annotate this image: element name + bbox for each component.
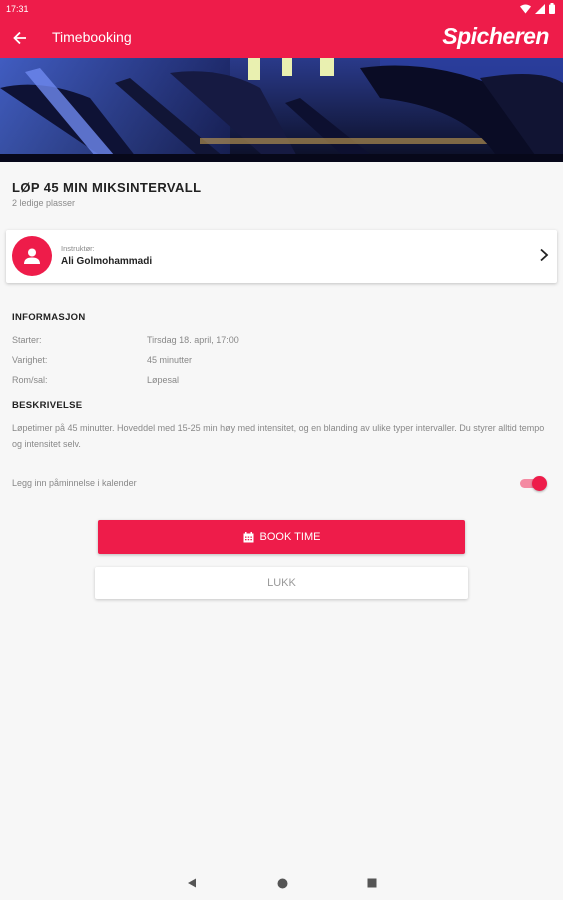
system-nav-bar	[0, 866, 563, 900]
page-title: Timebooking	[52, 29, 132, 45]
battery-icon	[549, 3, 555, 14]
description-text: Løpetimer på 45 minutter. Hoveddel med 1…	[12, 423, 545, 449]
description-heading: BESKRIVELSE	[12, 400, 83, 411]
reminder-toggle[interactable]	[519, 476, 547, 491]
book-button-label: BOOK TIME	[259, 531, 321, 543]
nav-home-button[interactable]	[275, 876, 289, 890]
nav-back-button[interactable]	[185, 876, 199, 890]
toggle-thumb	[532, 476, 547, 491]
instructor-card[interactable]: Instruktør: Ali Golmohammadi	[6, 230, 557, 283]
instructor-name: Ali Golmohammadi	[61, 256, 153, 267]
signal-icon	[535, 3, 545, 14]
status-time: 17:31	[6, 4, 29, 14]
info-room-key: Rom/sal:	[12, 375, 48, 385]
info-duration-key: Varighet:	[12, 355, 48, 365]
info-heading: INFORMASJON	[12, 312, 86, 323]
reminder-label: Legg inn påminnelse i kalender	[12, 478, 137, 488]
close-button-label: LUKK	[267, 577, 296, 589]
info-duration-value: 45 minutter	[147, 355, 193, 365]
calendar-icon	[243, 531, 254, 542]
brand-logo: Spicheren	[442, 23, 549, 49]
nav-recents-button[interactable]	[365, 876, 379, 890]
triangle-back-icon	[188, 878, 196, 888]
arrow-back-icon	[13, 31, 26, 45]
wifi-icon	[520, 4, 531, 13]
info-start-key: Starter:	[12, 335, 42, 345]
info-start-value: Tirsdag 18. april, 17:00	[147, 335, 239, 345]
close-button[interactable]: LUKK	[95, 567, 468, 599]
status-bar: 17:31	[0, 0, 563, 18]
app-bar: Timebooking Spicheren	[0, 18, 563, 58]
instructor-label: Instruktør:	[61, 244, 95, 253]
square-recents-icon	[367, 878, 377, 888]
hero-illustration	[0, 58, 563, 162]
avatar	[12, 236, 52, 276]
back-button[interactable]	[6, 24, 34, 52]
hero-image	[0, 58, 563, 162]
person-icon	[24, 248, 40, 264]
circle-home-icon	[277, 878, 287, 888]
info-room-value: Løpesal	[147, 375, 180, 385]
available-spots: 2 ledige plasser	[12, 198, 76, 208]
class-title: LØP 45 MIN MIKSINTERVALL	[12, 180, 202, 195]
chevron-right-icon	[540, 248, 549, 262]
status-icons	[520, 3, 555, 14]
book-button[interactable]: BOOK TIME	[98, 520, 465, 554]
